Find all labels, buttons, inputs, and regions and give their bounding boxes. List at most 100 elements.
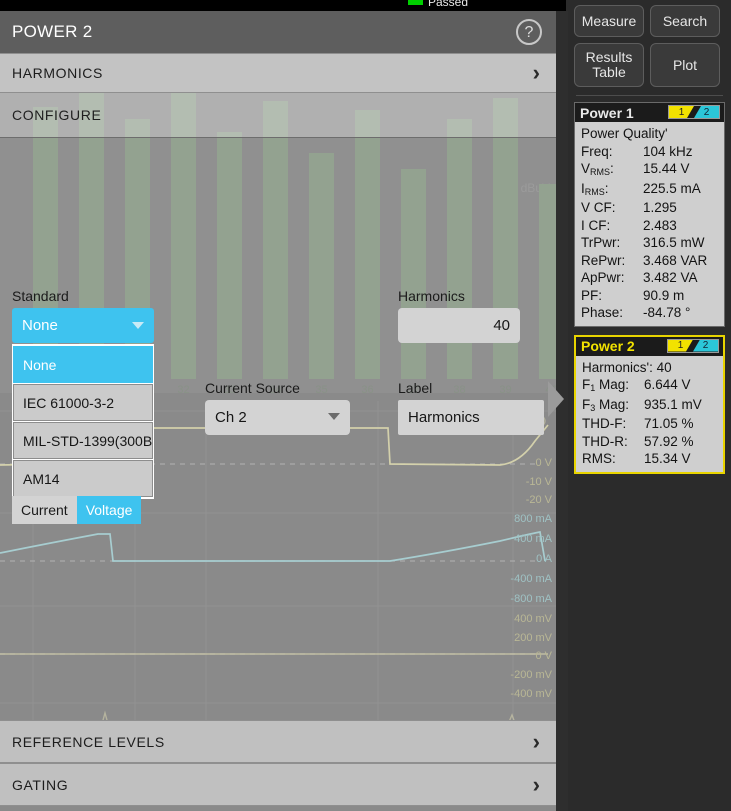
panel-header: POWER 2 ? [0, 11, 556, 53]
measurement-value: -84.78 ° [643, 305, 691, 320]
section-gating-label: GATING [12, 776, 69, 793]
chevron-down-icon [328, 413, 340, 420]
measurement-row: Phase: -84.78 ° [581, 304, 720, 322]
wave-v-tick-0: 0 V [535, 457, 552, 469]
badge-power-2[interactable]: Power 2 1 2 Harmonics': 40 F1 Mag: 6.644 … [574, 334, 725, 474]
badge-power-2-subtitle: Harmonics': 40 [582, 359, 672, 375]
wave-i-tick-1: 400 mA [514, 533, 552, 545]
measurement-value: 3.482 VA [643, 270, 698, 285]
sidebar-buttons: Measure Search Results Table Plot [568, 0, 731, 87]
measurement-value: 935.1 mV [644, 396, 702, 412]
right-sidebar: Measure Search Results Table Plot Power 1… [568, 0, 731, 811]
measurement-value: 15.44 V [643, 161, 690, 176]
plot-button[interactable]: Plot [650, 43, 720, 87]
passed-dot-icon [408, 0, 423, 5]
badge-power-1-header: Power 1 1 2 [575, 103, 724, 122]
section-reference-levels[interactable]: REFERENCE LEVELS › [0, 720, 556, 763]
wave-m-tick-3: -200 mV [510, 669, 552, 681]
results-table-button[interactable]: Results Table [574, 43, 644, 87]
page-title: POWER 2 [12, 22, 93, 41]
harmonics-count-value: 40 [493, 317, 510, 334]
badge-power-2-title: Power 2 [581, 338, 635, 354]
wave-i-tick-3: -400 mA [510, 573, 552, 585]
section-configure-label: CONFIGURE [12, 107, 102, 123]
measurement-value: 90.9 m [643, 287, 685, 303]
measurement-row: PF: 90.9 m [581, 287, 720, 305]
measurement-key: TrPwr: [581, 235, 621, 250]
measurement-value: 1.295 [643, 200, 677, 215]
wave-i-tick-4: -800 mA [510, 593, 552, 605]
measurement-row: F1 Mag: 6.644 V [582, 376, 719, 396]
section-configure[interactable]: CONFIGURE [0, 93, 556, 138]
wave-m-tick-4: -400 mV [510, 688, 552, 700]
badge-power-1-subtitle: Power Quality' [581, 126, 668, 141]
measure-button[interactable]: Measure [574, 5, 644, 37]
standard-dropdown-list[interactable]: None IEC 61000-3-2 MIL-STD-1399(300B) AM… [12, 344, 154, 499]
label-field-input[interactable]: Harmonics [398, 400, 544, 435]
measurement-row: F3 Mag: 935.1 mV [582, 396, 719, 416]
measurement-key: IRMS: [581, 180, 609, 197]
wave-m-tick-2: 0 V [535, 650, 552, 662]
harmonics-count-input[interactable]: 40 [398, 308, 520, 343]
wave-m-tick-0: 400 mV [514, 613, 552, 625]
badge-power-1[interactable]: Power 1 1 2 Power Quality' Freq: 104 kHz V… [574, 102, 725, 327]
help-icon[interactable]: ? [516, 19, 542, 45]
measurement-value: 225.5 mA [643, 180, 701, 196]
current-voltage-toggle[interactable]: Current Voltage [12, 496, 142, 524]
chevron-right-icon: › [532, 771, 540, 797]
measurement-key: THD-R: [582, 433, 628, 449]
measurement-key: ApPwr: [581, 270, 625, 285]
harmonics-count-label: Harmonics [398, 288, 465, 304]
channel-tag: 1 2 [668, 105, 720, 119]
measurement-key: RePwr: [581, 252, 626, 268]
panel-collapse-handle[interactable] [548, 11, 568, 811]
bottom-sections: REFERENCE LEVELS › GATING › [0, 720, 556, 806]
channel-1-tag: 1 [669, 106, 694, 118]
triangle-right-icon [548, 381, 564, 417]
sidebar-divider [576, 95, 723, 96]
wave-i-tick-2: 0 A [536, 553, 552, 565]
passed-indicator: Passed [408, 0, 468, 9]
measurement-value: 104 kHz [643, 143, 693, 159]
search-button[interactable]: Search [650, 5, 720, 37]
wave-m-tick-1: 200 mV [514, 632, 552, 644]
wave-v-tick-2: -20 V [525, 494, 552, 506]
section-harmonics[interactable]: HARMONICS › [0, 53, 556, 93]
measurement-key: Freq: [581, 143, 613, 159]
current-source-label: Current Source [205, 380, 300, 396]
measurement-value: 15.34 V [644, 451, 691, 466]
standard-dropdown-value: None [22, 317, 58, 334]
channel-tag: 1 2 [667, 338, 719, 353]
dropdown-option-iec[interactable]: IEC 61000-3-2 [13, 384, 153, 421]
standard-dropdown[interactable]: None [12, 308, 154, 343]
badge-power-1-body: Power Quality' Freq: 104 kHz VRMS: 15.44 V I… [575, 122, 724, 326]
measurement-key: VRMS: [581, 161, 614, 177]
current-source-dropdown[interactable]: Ch 2 [205, 400, 350, 435]
section-harmonics-label: HARMONICS [12, 65, 103, 81]
dropdown-option-mil[interactable]: MIL-STD-1399(300B) [13, 422, 153, 459]
dropdown-option-none[interactable]: None [13, 346, 153, 383]
measurement-key: F1 Mag: [582, 377, 630, 393]
status-strip: Passed [0, 0, 566, 11]
measurement-row: THD-F: 71.05 % [582, 415, 719, 433]
measurement-row: IRMS: 225.5 mA [581, 180, 720, 200]
measurement-row: Freq: 104 kHz [581, 143, 720, 161]
dropdown-option-am14[interactable]: AM14 [13, 460, 153, 497]
section-gating[interactable]: GATING › [0, 763, 556, 806]
toggle-voltage[interactable]: Voltage [76, 496, 142, 524]
current-source-value: Ch 2 [215, 409, 247, 426]
label-field-label: Label [398, 380, 433, 396]
toggle-current[interactable]: Current [12, 496, 77, 524]
measurement-value: 57.92 % [644, 433, 694, 449]
wave-i-tick-0: 800 mA [514, 513, 552, 525]
power-config-panel: POWER 2 ? HARMONICS › CONFIGURE Standard… [0, 11, 556, 524]
measurement-row: ApPwr: 3.482 VA [581, 269, 720, 287]
chevron-right-icon: › [532, 728, 540, 754]
scope-screen: Passed 100 dBuV 50 dBuV 2930313233343536… [0, 0, 731, 811]
channel-2-tag: 2 [693, 339, 718, 352]
measurement-row: RePwr: 3.468 VAR [581, 252, 720, 270]
measurement-value: 6.644 V [644, 377, 691, 392]
measurement-value: 71.05 % [644, 416, 694, 431]
measurement-row: THD-R: 57.92 % [582, 433, 719, 451]
measurement-row: V CF: 1.295 [581, 199, 720, 217]
